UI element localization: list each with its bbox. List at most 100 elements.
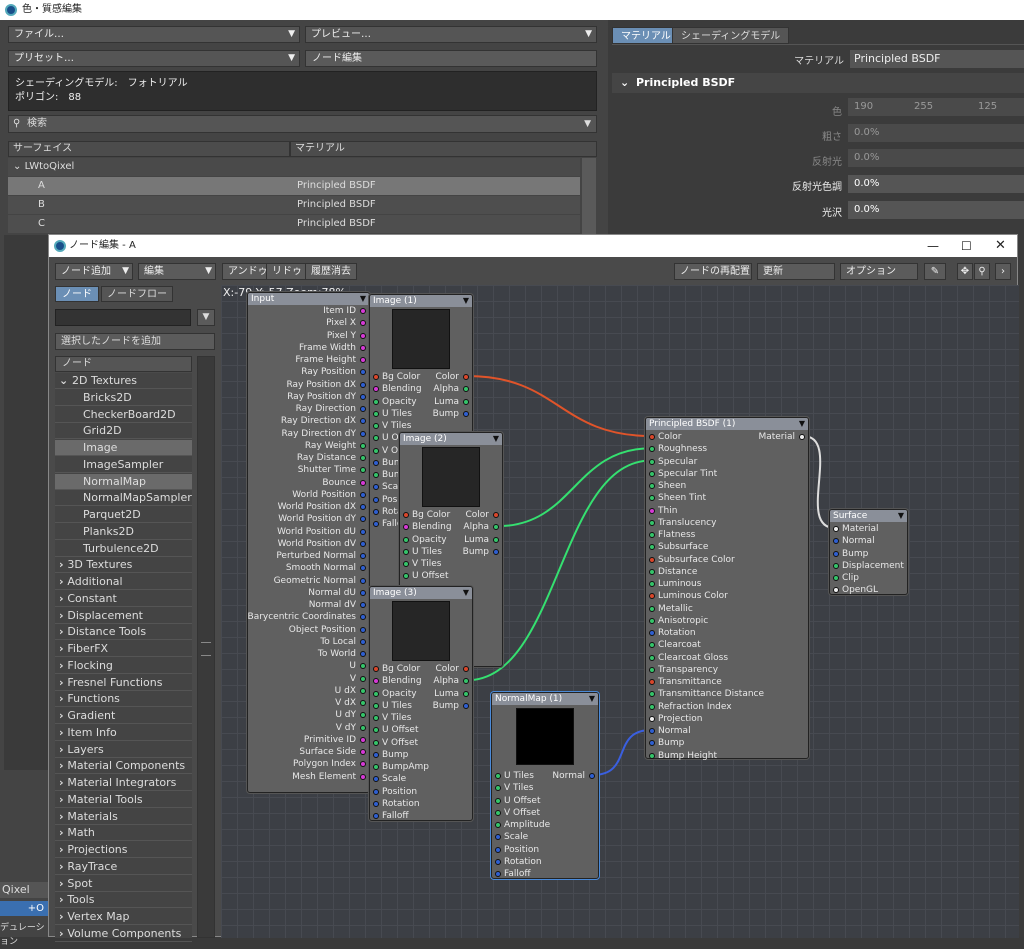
input-socket[interactable] — [649, 740, 655, 747]
output-socket[interactable] — [360, 602, 366, 608]
node-category-item[interactable]: ⌄ 2D Textures — [55, 373, 192, 389]
input-socket[interactable] — [833, 575, 839, 581]
specular-tint-field[interactable]: 0.0% — [848, 175, 1024, 193]
options-button[interactable]: オプション — [840, 263, 918, 280]
input-socket[interactable] — [495, 834, 501, 841]
output-socket[interactable] — [360, 663, 366, 670]
output-socket[interactable] — [360, 528, 366, 535]
surface-row[interactable]: A Principled BSDF — [8, 177, 580, 195]
input-socket[interactable] — [649, 532, 655, 538]
minimize-icon[interactable]: — — [927, 235, 939, 257]
color-field[interactable]: 190 255 125 — [848, 98, 1024, 116]
input-socket[interactable] — [649, 556, 655, 563]
output-socket[interactable] — [360, 553, 366, 559]
output-socket[interactable] — [463, 690, 469, 697]
output-socket[interactable] — [360, 749, 366, 755]
node-category-item[interactable]: › 3D Textures — [55, 557, 192, 574]
node-category-item[interactable]: › Material Tools — [55, 792, 192, 808]
output-socket[interactable] — [493, 524, 499, 531]
redo-button[interactable]: リドゥ — [266, 263, 308, 280]
input-socket[interactable] — [833, 526, 839, 532]
output-socket[interactable] — [360, 724, 366, 731]
add-node-dropdown[interactable]: ノード追加 ▼ — [55, 263, 133, 280]
node-category-item[interactable]: › FiberFX — [55, 641, 192, 657]
input-socket[interactable] — [495, 822, 501, 828]
input-socket[interactable] — [649, 666, 655, 673]
input-socket[interactable] — [373, 508, 379, 515]
output-socket[interactable] — [360, 687, 366, 694]
input-socket[interactable] — [373, 447, 379, 454]
output-socket[interactable] — [360, 308, 366, 314]
output-socket[interactable] — [360, 712, 366, 719]
output-socket[interactable] — [360, 369, 366, 376]
output-socket[interactable] — [360, 589, 366, 596]
input-socket[interactable] — [495, 809, 501, 816]
clear-history-button[interactable]: 履歴消去 — [305, 263, 357, 280]
file-dropdown[interactable]: ファイル… ▼ — [8, 26, 300, 43]
tree-scrollbar[interactable] — [197, 356, 215, 938]
input-socket[interactable] — [649, 703, 655, 710]
col-material-header[interactable]: マテリアル — [290, 141, 597, 157]
node-category-item[interactable]: › Functions — [55, 691, 192, 708]
input-socket[interactable] — [373, 398, 379, 405]
node-list-item[interactable]: Grid2D — [55, 423, 192, 440]
node-category-item[interactable]: › Displacement — [55, 608, 192, 624]
node-category-item[interactable]: › Gradient — [55, 708, 192, 724]
node-list-item[interactable]: Planks2D — [55, 524, 192, 540]
node-title[interactable]: Image (1) ▼ — [370, 295, 472, 307]
node-category-item[interactable]: › Volume Components — [55, 926, 192, 942]
input-socket[interactable] — [649, 715, 655, 722]
node-category-item[interactable]: › Math — [55, 825, 192, 842]
bottom-key-button[interactable]: +O — [0, 901, 48, 916]
chevron-down-icon[interactable]: ▼ — [463, 295, 469, 307]
input-socket[interactable] — [495, 773, 501, 779]
surface-group-row[interactable]: ⌄ LWtoQixel — [8, 158, 580, 176]
output-socket[interactable] — [360, 675, 366, 682]
input-socket[interactable] — [649, 593, 655, 600]
tab-shading-model[interactable]: シェーディングモデル — [672, 27, 790, 44]
rearrange-nodes-button[interactable]: ノードの再配置 — [674, 263, 752, 280]
input-socket[interactable] — [373, 739, 379, 746]
input-socket[interactable] — [373, 666, 379, 672]
node-normalmap[interactable]: NormalMap (1) ▼ Normal U Tiles V Tiles U Offs… — [491, 692, 599, 879]
node-search-input[interactable] — [55, 309, 191, 326]
node-category-item[interactable]: › Flocking — [55, 658, 192, 674]
maximize-icon[interactable]: ☐ — [961, 235, 972, 257]
node-category-item[interactable]: › Constant — [55, 591, 192, 607]
chevron-down-icon[interactable]: ▼ — [799, 418, 805, 430]
output-socket[interactable] — [463, 702, 469, 709]
tab-node[interactable]: ノード — [55, 286, 99, 302]
input-socket[interactable] — [649, 728, 655, 734]
output-socket[interactable] — [360, 565, 366, 572]
node-category-item[interactable]: › Distance Tools — [55, 624, 192, 641]
node-list-item[interactable]: NormalMap — [55, 473, 192, 490]
input-socket[interactable] — [373, 496, 379, 503]
output-socket[interactable] — [360, 626, 366, 633]
col-surface-header[interactable]: サーフェイス — [8, 141, 290, 157]
node-bsdf[interactable]: Principled BSDF (1) ▼ Material Color Roughne… — [645, 417, 809, 761]
input-socket[interactable] — [649, 605, 655, 612]
node-image3[interactable]: Image (3) ▼ Color Alpha Luma Bump Bg Color Blen… — [369, 586, 473, 821]
add-selected-node-button[interactable]: 選択したノードを追加 — [55, 333, 215, 350]
chevron-down-icon[interactable]: ▼ — [197, 309, 215, 326]
node-list-item[interactable]: Parquet2D — [55, 507, 192, 523]
input-socket[interactable] — [649, 679, 655, 685]
input-socket[interactable] — [833, 538, 839, 545]
input-socket[interactable] — [403, 561, 409, 567]
output-socket[interactable] — [360, 504, 366, 510]
input-socket[interactable] — [373, 727, 379, 734]
input-socket[interactable] — [373, 813, 379, 819]
node-surface[interactable]: Surface ▼ Material Normal Bump Displacement Cl… — [829, 509, 908, 595]
input-socket[interactable] — [373, 690, 379, 697]
zoom-icon[interactable]: ⚲ — [974, 263, 990, 280]
input-socket[interactable] — [495, 846, 501, 853]
input-socket[interactable] — [403, 524, 409, 531]
node-category-item[interactable]: › Materials — [55, 809, 192, 825]
output-socket[interactable] — [360, 455, 366, 461]
input-socket[interactable] — [833, 587, 839, 594]
output-socket[interactable] — [493, 512, 499, 518]
chevron-down-icon[interactable]: ▼ — [589, 693, 595, 705]
input-socket[interactable] — [373, 374, 379, 380]
edit-dropdown[interactable]: 編集 ▼ — [138, 263, 216, 280]
input-socket[interactable] — [649, 654, 655, 661]
